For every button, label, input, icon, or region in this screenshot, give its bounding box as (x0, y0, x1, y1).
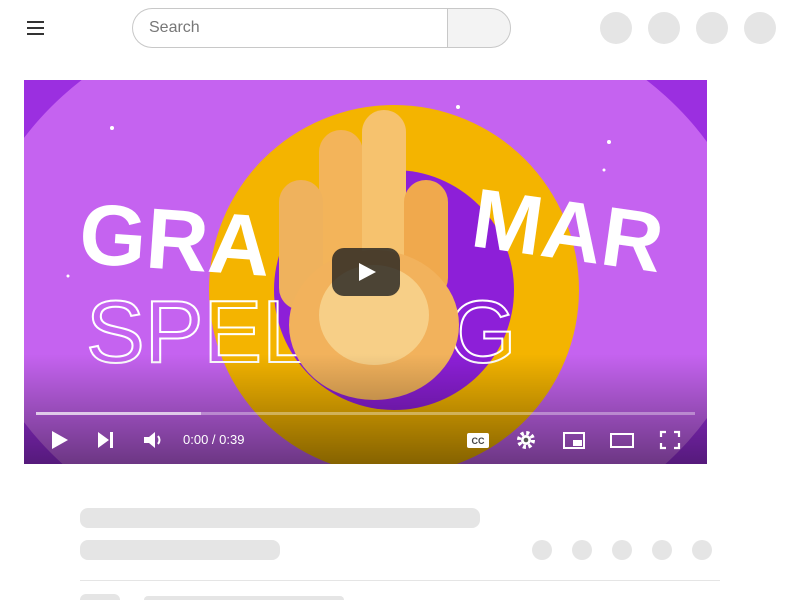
play-icon[interactable] (46, 426, 82, 454)
title-placeholder (80, 508, 480, 528)
action-placeholder-5 (692, 540, 712, 560)
fullscreen-icon[interactable] (656, 426, 692, 454)
hamburger-menu-icon[interactable] (24, 18, 48, 38)
volume-icon[interactable] (140, 426, 176, 454)
miniplayer-icon[interactable] (560, 426, 596, 454)
next-icon[interactable] (92, 426, 128, 454)
theater-mode-icon[interactable] (608, 426, 644, 454)
thumbnail-word-gra: GRA (76, 186, 273, 295)
avatar-placeholder (80, 594, 120, 600)
search-button[interactable] (447, 8, 511, 48)
action-placeholder-2 (572, 540, 592, 560)
header-action-1[interactable] (600, 12, 632, 44)
progress-fill (36, 412, 201, 415)
header-action-3[interactable] (696, 12, 728, 44)
avatar[interactable] (744, 12, 776, 44)
top-bar (0, 0, 800, 56)
channel-name-placeholder (144, 596, 344, 600)
play-button-large[interactable] (332, 248, 400, 296)
time-display: 0:00 / 0:39 (183, 432, 245, 447)
svg-text:CC: CC (472, 436, 485, 446)
header-action-2[interactable] (648, 12, 680, 44)
divider (80, 580, 720, 581)
gear-icon[interactable] (512, 426, 548, 454)
action-placeholder-4 (652, 540, 672, 560)
subtitle-placeholder (80, 540, 280, 560)
video-player[interactable]: SPELLING GRA MAR 0:00 / 0:39 CC (24, 80, 707, 464)
cc-icon[interactable]: CC (464, 426, 500, 454)
action-placeholder-1 (532, 540, 552, 560)
search-input[interactable] (132, 8, 448, 48)
action-placeholder-3 (612, 540, 632, 560)
progress-bar[interactable] (36, 412, 695, 415)
search-bar (132, 8, 511, 48)
